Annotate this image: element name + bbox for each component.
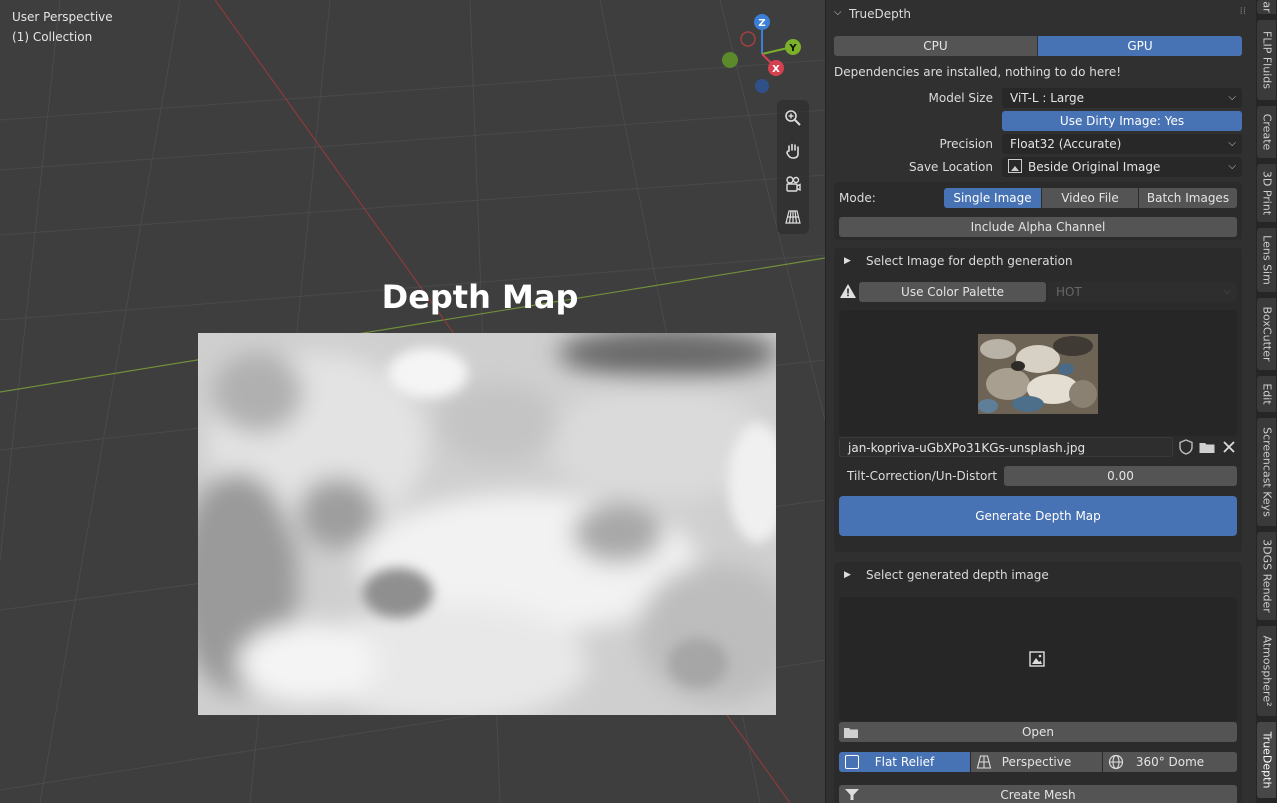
collapse-chevron-icon[interactable]: ⌵ [834,7,842,18]
chevron-down-icon: ⌵ [1228,138,1236,149]
palette-value: HOT [1056,285,1082,299]
tab-edit[interactable]: Edit [1257,376,1276,412]
precision-dropdown[interactable]: Float32 (Accurate) ⌵ [1002,134,1242,154]
tab-screencast-keys[interactable]: Screencast Keys [1257,418,1276,526]
expand-triangle-icon: ▶ [844,256,851,266]
tab-label: BoxCutter [1260,306,1273,362]
mode-batch-images[interactable]: Batch Images [1139,188,1237,208]
tab-lens-sim[interactable]: Lens Sim [1257,228,1276,292]
tab-label: Atmosphere² [1260,635,1273,707]
depth-map-image-plane[interactable] [198,333,776,715]
projection-perspective[interactable]: Perspective [971,752,1102,772]
camera-icon[interactable] [779,170,807,198]
close-icon[interactable] [1220,438,1238,456]
precision-label: Precision [939,137,993,151]
use-dirty-image-toggle[interactable]: Use Dirty Image: Yes [1002,111,1242,131]
palette-dropdown[interactable]: HOT ⌵ [1048,282,1237,302]
save-location-dropdown[interactable]: Beside Original Image ⌵ [1002,157,1242,177]
create-mesh-label: Create Mesh [1000,788,1076,802]
grid-perspective-icon[interactable] [779,203,807,231]
tab-boxcutter[interactable]: BoxCutter [1257,298,1276,370]
gizmo-z-label: Z [758,18,765,29]
open-button[interactable]: Open [839,722,1237,742]
precision-value: Float32 (Accurate) [1010,137,1122,151]
tab-label: Screencast Keys [1260,427,1273,517]
shield-icon[interactable] [1177,438,1195,456]
chevron-down-icon: ⌵ [1223,286,1231,297]
pan-hand-icon[interactable] [779,137,807,165]
open-button-label: Open [1021,725,1055,739]
mode-video-file[interactable]: Video File [1042,188,1138,208]
tilt-correction-label: Tilt-Correction/Un-Distort [847,469,998,483]
image-placeholder-icon [1029,651,1045,667]
drag-handle-icon[interactable]: ⁞⁞ [1240,6,1246,17]
tab-gpu[interactable]: GPU [1038,36,1242,56]
tab-ar[interactable]: ar [1257,0,1276,14]
sidebar-tab-strip: ar FLIP Fluids Create 3D Print Lens Sim … [1256,0,1277,803]
tab-flip-fluids[interactable]: FLIP Fluids [1257,20,1276,100]
tab-label: 3DGS Render [1260,539,1273,613]
tab-label: Create [1260,113,1273,151]
truedepth-panel: ⌵ TrueDepth ⁞⁞ CPU GPU Dependencies are … [825,0,1256,803]
tab-label: Edit [1260,383,1273,405]
folder-icon [843,725,859,739]
tab-label: Lens Sim [1260,235,1273,285]
projection-360-dome[interactable]: 360° Dome [1103,752,1237,772]
3d-viewport[interactable]: User Perspective (1) Collection Z Y X De… [0,0,825,803]
folder-icon[interactable] [1198,438,1216,456]
generate-depth-map-button[interactable]: Generate Depth Map [839,496,1237,536]
filename-value: jan-kopriva-uGbXPo31KGs-unsplash.jpg [848,441,1086,455]
gizmo-x-label: X [772,64,780,75]
model-size-label: Model Size [928,91,993,105]
tab-truedepth[interactable]: TrueDepth [1257,722,1276,798]
tilt-correction-slider[interactable]: 0.00 [1004,466,1237,486]
chevron-down-icon: ⌵ [1228,92,1236,103]
tab-label: TrueDepth [1260,731,1273,789]
gizmo-y-label: Y [788,43,797,54]
image-icon [1008,159,1022,173]
chevron-down-icon: ⌵ [1228,161,1236,172]
perspective-label: Perspective [1001,755,1072,769]
zoom-icon[interactable] [779,104,807,132]
view-perspective-label: User Perspective [12,10,113,24]
filter-icon [844,787,860,801]
collection-label: (1) Collection [12,30,93,44]
globe-icon [1108,754,1124,770]
mode-label: Mode: [839,191,876,205]
projection-flat-relief[interactable]: Flat Relief [839,752,970,772]
tab-3d-print[interactable]: 3D Print [1257,164,1276,222]
source-image-thumbnail [978,334,1098,414]
select-generated-header-label: Select generated depth image [866,568,1049,582]
mode-single-image[interactable]: Single Image [944,188,1041,208]
navigation-gizmo[interactable]: Z Y X [718,10,808,100]
save-location-label: Save Location [908,160,993,174]
dome-label: 360° Dome [1135,755,1205,769]
depth-map-title: Depth Map [381,278,579,316]
save-location-value: Beside Original Image [1028,160,1161,174]
create-mesh-button[interactable]: Create Mesh [839,785,1237,803]
tab-3dgs-render[interactable]: 3DGS Render [1257,532,1276,620]
expand-triangle-icon: ▶ [844,570,851,580]
square-icon [845,755,859,769]
model-size-dropdown[interactable]: ViT-L : Large ⌵ [1002,88,1242,108]
tab-label: 3D Print [1260,170,1273,216]
tab-label: FLIP Fluids [1260,31,1273,89]
warning-icon [839,282,857,300]
tab-atmosphere[interactable]: Atmosphere² [1257,626,1276,716]
panel-title: TrueDepth [849,7,912,21]
tab-create[interactable]: Create [1257,106,1276,158]
grid-perspective-icon [976,754,992,770]
model-size-value: ViT-L : Large [1010,91,1084,105]
filename-field[interactable]: jan-kopriva-uGbXPo31KGs-unsplash.jpg [839,437,1173,457]
flat-relief-label: Flat Relief [874,755,935,769]
include-alpha-channel-button[interactable]: Include Alpha Channel [839,217,1237,237]
select-image-header-label: Select Image for depth generation [866,254,1073,268]
dependency-status-text: Dependencies are installed, nothing to d… [834,65,1122,79]
tab-label: ar [1260,1,1273,13]
use-color-palette-button[interactable]: Use Color Palette [859,282,1046,302]
tab-cpu[interactable]: CPU [834,36,1037,56]
